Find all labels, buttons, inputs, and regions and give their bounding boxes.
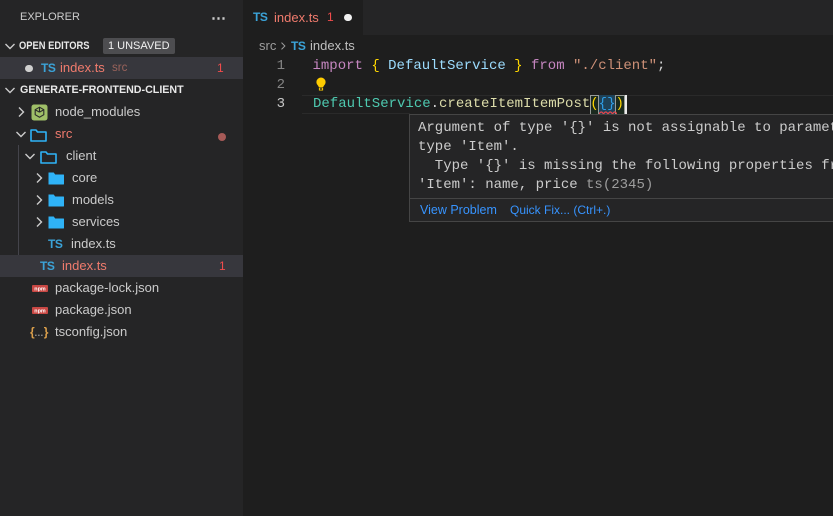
svg-text:npm: npm (34, 286, 46, 291)
svg-text:npm: npm (34, 308, 46, 313)
